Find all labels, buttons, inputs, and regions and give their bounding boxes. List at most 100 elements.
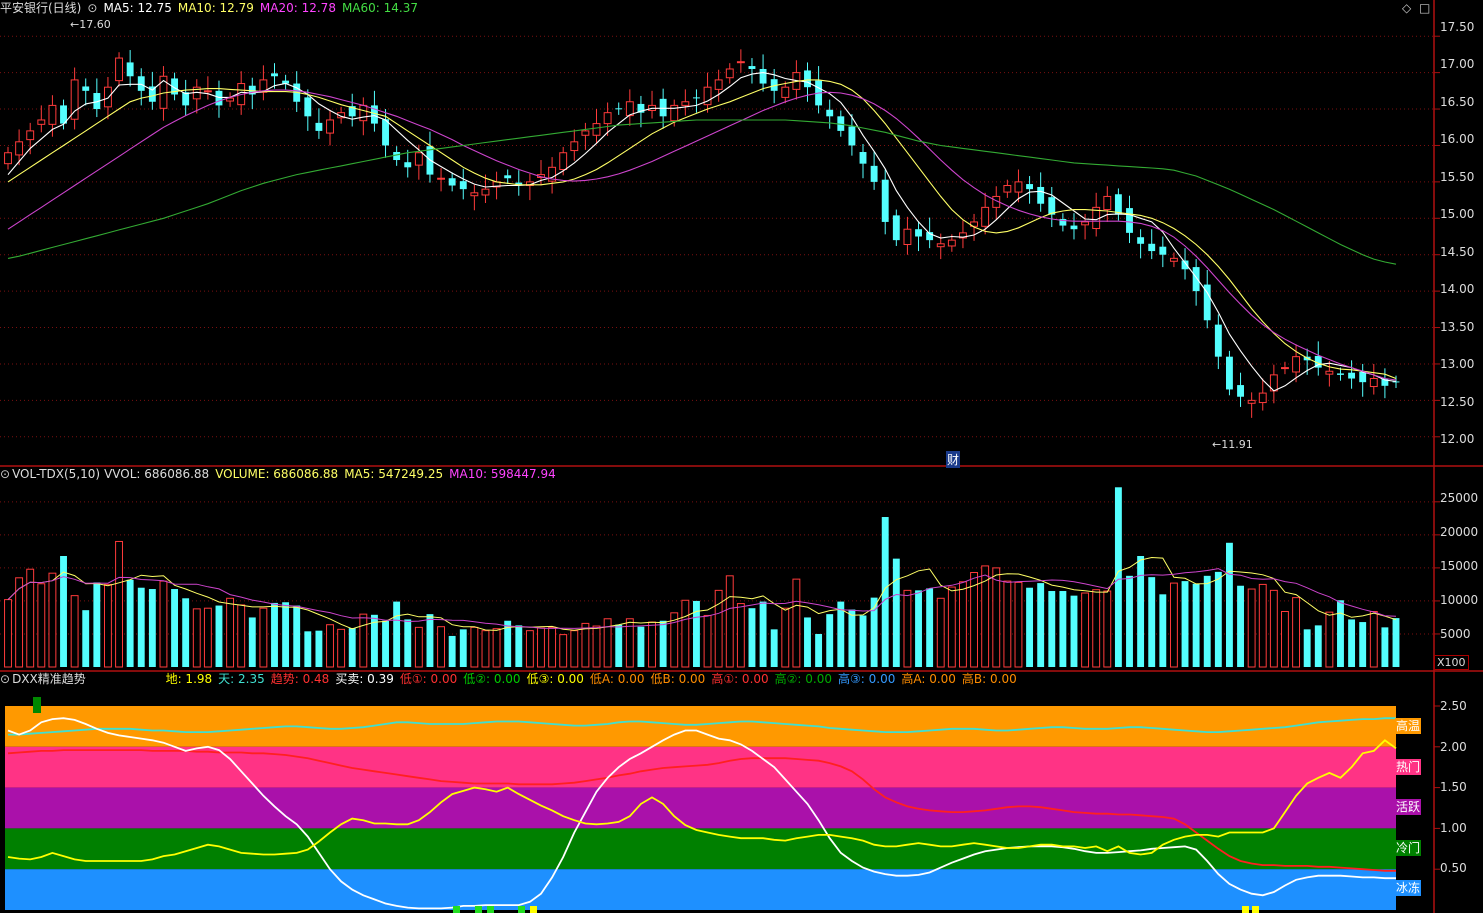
candle-body [404, 162, 412, 168]
volume-bar [470, 626, 479, 668]
tick-label: 15000 [1440, 559, 1479, 573]
candle-body [1081, 221, 1090, 226]
volume-bar [548, 626, 557, 668]
candle-body [504, 175, 512, 179]
candle-body [592, 123, 601, 136]
volume-bar [171, 589, 179, 667]
candle-body [1026, 184, 1034, 190]
volume-bar [259, 607, 268, 668]
volume-bar [615, 624, 623, 667]
indicator-value-label: 高A: 0.00 [901, 672, 956, 686]
volume-bar [1281, 611, 1289, 668]
volume-bar [1037, 583, 1045, 667]
volume-bar [1203, 575, 1211, 667]
volume-bar [137, 587, 145, 667]
vvol-label: VVOL: 686086.88 [104, 467, 210, 481]
signal-marker [530, 906, 537, 913]
vol-indicator-name[interactable]: VOL-TDX(5,10) [12, 467, 100, 481]
volume-bar [1258, 583, 1267, 668]
volume-bar [1325, 611, 1334, 668]
volume-bar [1181, 581, 1189, 667]
candle-body [1258, 392, 1267, 404]
candle-body [1169, 257, 1178, 262]
candle-body [947, 239, 956, 247]
tick-label: 0.50 [1440, 861, 1467, 875]
indicator-name[interactable]: DXX精准趋势 [12, 672, 86, 686]
candle-body [1103, 195, 1112, 211]
signal-marker [518, 906, 525, 913]
indicator-value-label: 天: 2.35 [218, 672, 265, 686]
volume-bar [792, 578, 801, 668]
zone-label-popular: 热门 [1395, 759, 1421, 775]
volume-bar [404, 619, 412, 667]
collapse-circle-icon[interactable]: ⊙ [0, 467, 10, 481]
volume-bar [1192, 583, 1200, 667]
volume-bar [1392, 618, 1400, 667]
tick-label: 15.50 [1440, 170, 1475, 184]
volume-bar [1148, 577, 1156, 667]
window-icon[interactable]: □ [1419, 1, 1430, 15]
candle-body [1003, 185, 1012, 193]
volume-bar [359, 613, 368, 668]
candle-body [826, 109, 834, 117]
dropdown-circle-icon[interactable]: ⊙ [87, 1, 97, 15]
volume-bar [592, 625, 601, 668]
volume-bar [70, 595, 79, 668]
candle-body [481, 188, 490, 196]
volume-bar [382, 620, 389, 667]
volume-bar [103, 583, 112, 668]
tick-label: 1.50 [1440, 780, 1467, 794]
volume-bar [304, 631, 312, 667]
volume-bar [804, 617, 811, 667]
candle-body [714, 79, 723, 90]
candle-body [203, 90, 212, 93]
volume-bar [448, 635, 456, 667]
volume-bar [892, 558, 900, 667]
volume-bar [1003, 580, 1012, 668]
indicator-panel [5, 697, 1440, 913]
volume-bar [1070, 595, 1078, 667]
volume-bar [492, 628, 501, 668]
volume-unit-label: X100 [1434, 655, 1469, 670]
candle-body [1325, 370, 1334, 375]
candle-body [1247, 399, 1256, 404]
volume-bar [859, 615, 867, 667]
volume-bar [936, 597, 945, 668]
candle-body [1148, 243, 1156, 252]
indicator-value-label: 高B: 0.00 [961, 672, 1017, 686]
tick-label: 2.00 [1440, 740, 1467, 754]
volume-bar [282, 602, 290, 667]
candle-body [437, 177, 445, 180]
volume-bar [426, 614, 434, 667]
tick-label: 5000 [1440, 627, 1471, 641]
candle-body [781, 86, 790, 98]
diamond-icon[interactable]: ◇ [1402, 1, 1411, 15]
volume-bar [947, 586, 956, 668]
volume-bar [271, 602, 278, 667]
zone-band [5, 869, 1396, 910]
volume-bar [48, 572, 57, 668]
volume-bar [681, 599, 690, 668]
high-price-marker: ←17.60 [70, 18, 111, 31]
indicator-value-label: 高①: 0.00 [711, 672, 769, 686]
volume-bar [537, 627, 545, 668]
tick-label: 12.50 [1440, 395, 1475, 409]
collapse-circle-icon[interactable]: ⊙ [0, 672, 10, 686]
volume-bar [1225, 542, 1233, 667]
candle-body [215, 90, 223, 106]
ma20-label: MA20: 12.78 [259, 1, 336, 15]
stock-title[interactable]: 平安银行(日线) [0, 1, 81, 15]
candle-body [848, 126, 856, 146]
volume-bar [1026, 587, 1034, 667]
volume-bar [237, 604, 246, 668]
volume-bar [393, 601, 401, 667]
candle-body [382, 119, 389, 146]
candle-body [725, 68, 734, 79]
candle-body [1214, 324, 1222, 357]
volume-bar [215, 605, 223, 667]
volume-bar [1169, 582, 1178, 668]
ma10-label: MA10: 12.79 [177, 1, 254, 15]
price-header: 平安银行(日线) ⊙ MA5: 12.75 MA10: 12.79 MA20: 12.7… [0, 0, 424, 16]
candle-body [304, 97, 312, 117]
financial-report-marker[interactable]: 财 [946, 451, 961, 468]
